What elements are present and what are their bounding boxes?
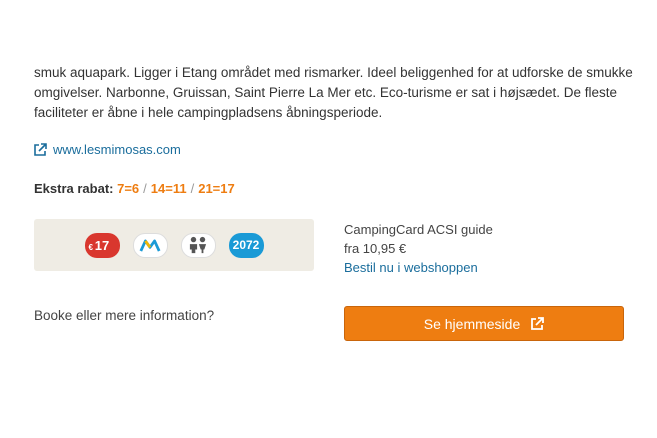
- children-badge: [180, 232, 216, 258]
- campsite-badges: €17 2072: [34, 219, 314, 271]
- extra-discount: Ekstra rabat: 7=6/14=11/21=17: [34, 181, 235, 196]
- discount-label: Ekstra rabat:: [34, 181, 114, 196]
- campsite-description: smuk aquapark. Ligger i Etang området me…: [34, 65, 633, 120]
- website-url: www.lesmimosas.com: [53, 142, 181, 157]
- website-link[interactable]: www.lesmimosas.com: [33, 142, 181, 157]
- visit-website-button[interactable]: Se hjemmeside: [344, 306, 624, 341]
- external-link-icon: [34, 142, 47, 156]
- discount-14-11: 14=11: [150, 181, 187, 196]
- visit-website-label: Se hjemmeside: [423, 315, 521, 332]
- webshop-link[interactable]: Bestil nu i webshoppen: [344, 258, 493, 277]
- discount-7-6: 7=6: [117, 181, 140, 196]
- discount-separator: /: [143, 181, 147, 196]
- guide-info: CampingCard ACSI guide fra 10,95 € Besti…: [344, 220, 493, 277]
- campsite-number-badge: 2072: [228, 232, 264, 258]
- discount-separator: /: [190, 181, 195, 196]
- discount-21-17: 21=17: [198, 181, 235, 196]
- guide-title: CampingCard ACSI guide: [344, 222, 493, 237]
- guide-price: fra 10,95 €: [344, 241, 407, 256]
- acsi-logo-badge: [132, 232, 168, 258]
- acsi-logo-icon: [139, 239, 161, 252]
- booking-question: Booke eller mere information?: [34, 308, 215, 323]
- euro-17-badge: €17: [84, 232, 120, 258]
- external-link-icon: [531, 316, 545, 330]
- children-icon: [189, 236, 207, 254]
